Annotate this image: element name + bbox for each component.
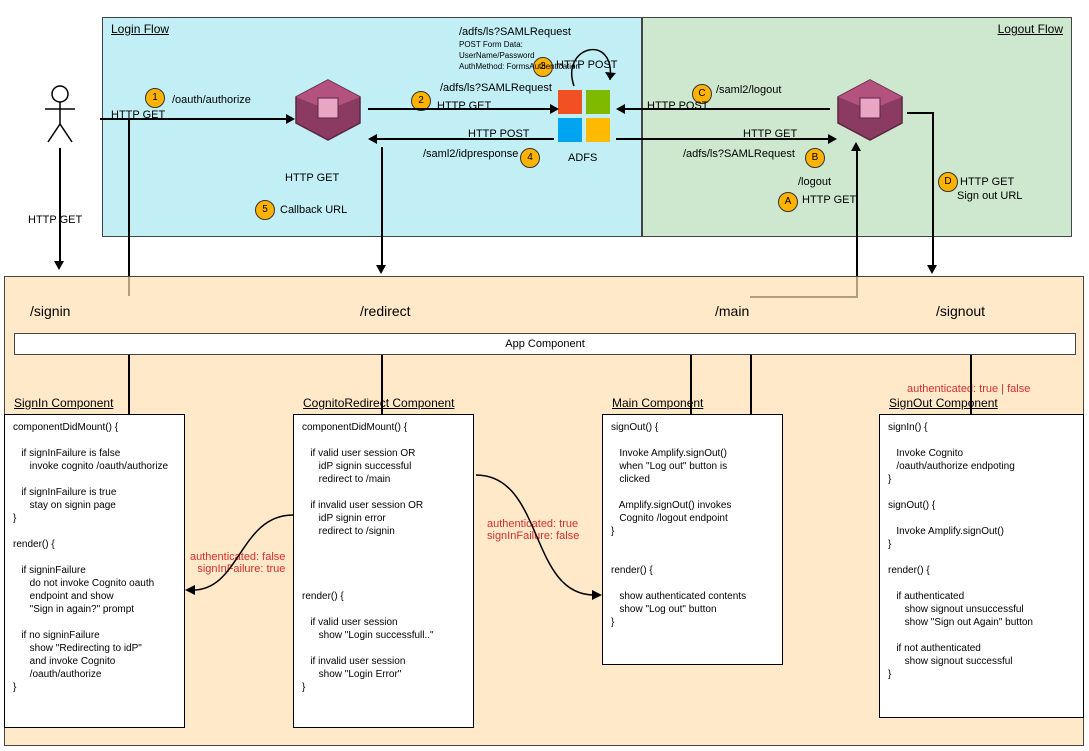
app-component-bar: App Component — [14, 333, 1076, 355]
route-redirect: /redirect — [360, 303, 411, 319]
http-post-C: HTTP POST — [647, 100, 709, 112]
step-B: B — [805, 148, 825, 168]
login-flow-title: Login Flow — [111, 22, 169, 36]
adfs-saml-B: /adfs/ls?SAMLRequest — [683, 148, 795, 160]
adfs-icon — [556, 88, 612, 147]
signout-url-label: Sign out URL — [957, 190, 1022, 202]
arrow-2-line — [368, 108, 552, 110]
signout-comp-box: signIn() { Invoke Cognito /oauth/authori… — [879, 414, 1084, 718]
arrow-1-line — [100, 118, 288, 120]
signout-comp-title: SignOut Component — [889, 396, 998, 410]
arrow-D-head — [927, 265, 937, 274]
adfs-label: ADFS — [568, 152, 597, 164]
actor-label: HTTP GET — [28, 214, 82, 226]
arrow-C-line — [625, 108, 830, 110]
user-pass-label: UserName/Password — [459, 51, 535, 60]
annot-auth-tf: authenticated: true | false — [907, 383, 1030, 395]
step-5: 5 — [255, 200, 275, 220]
http-get-D: HTTP GET — [960, 176, 1014, 188]
http-get-2: HTTP GET — [437, 100, 491, 112]
http-get-A: HTTP GET — [802, 194, 856, 206]
arrow-A-head — [851, 142, 861, 151]
step-1: 1 — [145, 88, 165, 108]
adfs-saml-top: /adfs/ls?SAMLRequest — [459, 26, 571, 38]
signin-comp-box: componentDidMount() { if signInFailure i… — [4, 414, 185, 728]
adfs-saml-label-2: /adfs/ls?SAMLRequest — [440, 82, 552, 94]
conn-signin-down — [128, 355, 130, 414]
arrow-2-head — [550, 104, 559, 114]
actor-icon — [40, 84, 80, 147]
arrow-actor-down — [59, 148, 61, 263]
callback-url-label: Callback URL — [280, 204, 347, 216]
route-main: /main — [715, 303, 749, 319]
arrow-B-line — [616, 138, 830, 140]
conn-main-down2 — [750, 355, 752, 414]
http-get-5: HTTP GET — [285, 172, 339, 184]
step-4: 4 — [520, 148, 540, 168]
curve-signin-redirect — [185, 510, 295, 633]
conn-redirect-down — [381, 355, 383, 414]
logout-flow-title: Logout Flow — [998, 22, 1063, 36]
conn-main-down — [690, 355, 692, 414]
post-form-label: POST Form Data: — [459, 40, 523, 49]
arrow-5-head — [376, 265, 386, 274]
conn-signout-down — [970, 355, 972, 414]
cognito-icon-left — [288, 75, 368, 148]
route-signin: /signin — [30, 303, 70, 319]
signin-comp-title: SignIn Component — [14, 396, 113, 410]
arrow-actor-down-head — [54, 261, 64, 270]
main-comp-box: signOut() { Invoke Amplify.signOut() whe… — [602, 414, 783, 665]
saml-idpresponse-label: /saml2/idpresponse — [423, 148, 518, 160]
arrow-D-line — [932, 112, 934, 267]
step-A: A — [778, 192, 798, 212]
logout-label: /logout — [798, 176, 831, 188]
step-D: D — [938, 172, 958, 192]
arrow-C-head — [616, 104, 625, 114]
route-signout: /signout — [936, 303, 985, 319]
arrow-4-head — [368, 134, 377, 144]
arrow-4-line — [376, 138, 554, 140]
arrow-1-head — [286, 114, 295, 124]
redirect-comp-box: componentDidMount() { if valid user sess… — [293, 414, 474, 728]
arrow-B-head — [828, 134, 837, 144]
redirect-comp-title: CognitoRedirect Component — [303, 396, 454, 410]
arrow-5-line — [381, 147, 383, 267]
curve-redirect-main — [474, 470, 604, 613]
arrow-D-top — [907, 112, 934, 114]
arrow-3-loop — [568, 36, 628, 95]
saml-logout-label: /saml2/logout — [716, 84, 781, 96]
arrow-1-vert — [128, 118, 130, 296]
oauth-authorize-label: /oauth/authorize — [172, 94, 251, 106]
arrow-A-line — [856, 150, 858, 296]
cognito-icon-right — [830, 75, 910, 148]
